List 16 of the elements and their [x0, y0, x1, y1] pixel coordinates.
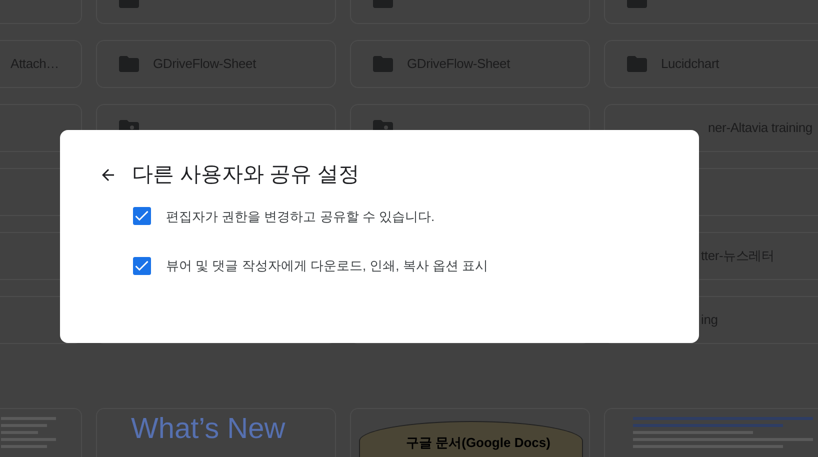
file-thumbnail[interactable]: [604, 408, 818, 457]
option-label: 편집자가 권한을 변경하고 공유할 수 있습니다.: [166, 208, 435, 226]
folder-icon: [119, 56, 139, 72]
folder-icon: [373, 56, 393, 72]
check-icon: [135, 209, 149, 224]
thumbnail-heading: 구글 문서(Google Docs): [406, 434, 550, 452]
folder-icon: [627, 56, 647, 72]
document-text-drawing: [1, 417, 56, 448]
check-icon: [135, 258, 149, 273]
thumbnail-headline: What’s New: [131, 415, 286, 444]
option-label: 뷰어 및 댓글 작성자에게 다운로드, 인쇄, 복사 옵션 표시: [166, 257, 488, 275]
file-thumbnail[interactable]: 구글 문서(Google Docs): [350, 408, 590, 457]
checkbox[interactable]: [133, 207, 151, 226]
checkbox[interactable]: [133, 256, 151, 275]
dialog-title: 다른 사용자와 공유 설정: [132, 162, 360, 188]
file-thumbnail[interactable]: What’s New: [96, 408, 336, 457]
